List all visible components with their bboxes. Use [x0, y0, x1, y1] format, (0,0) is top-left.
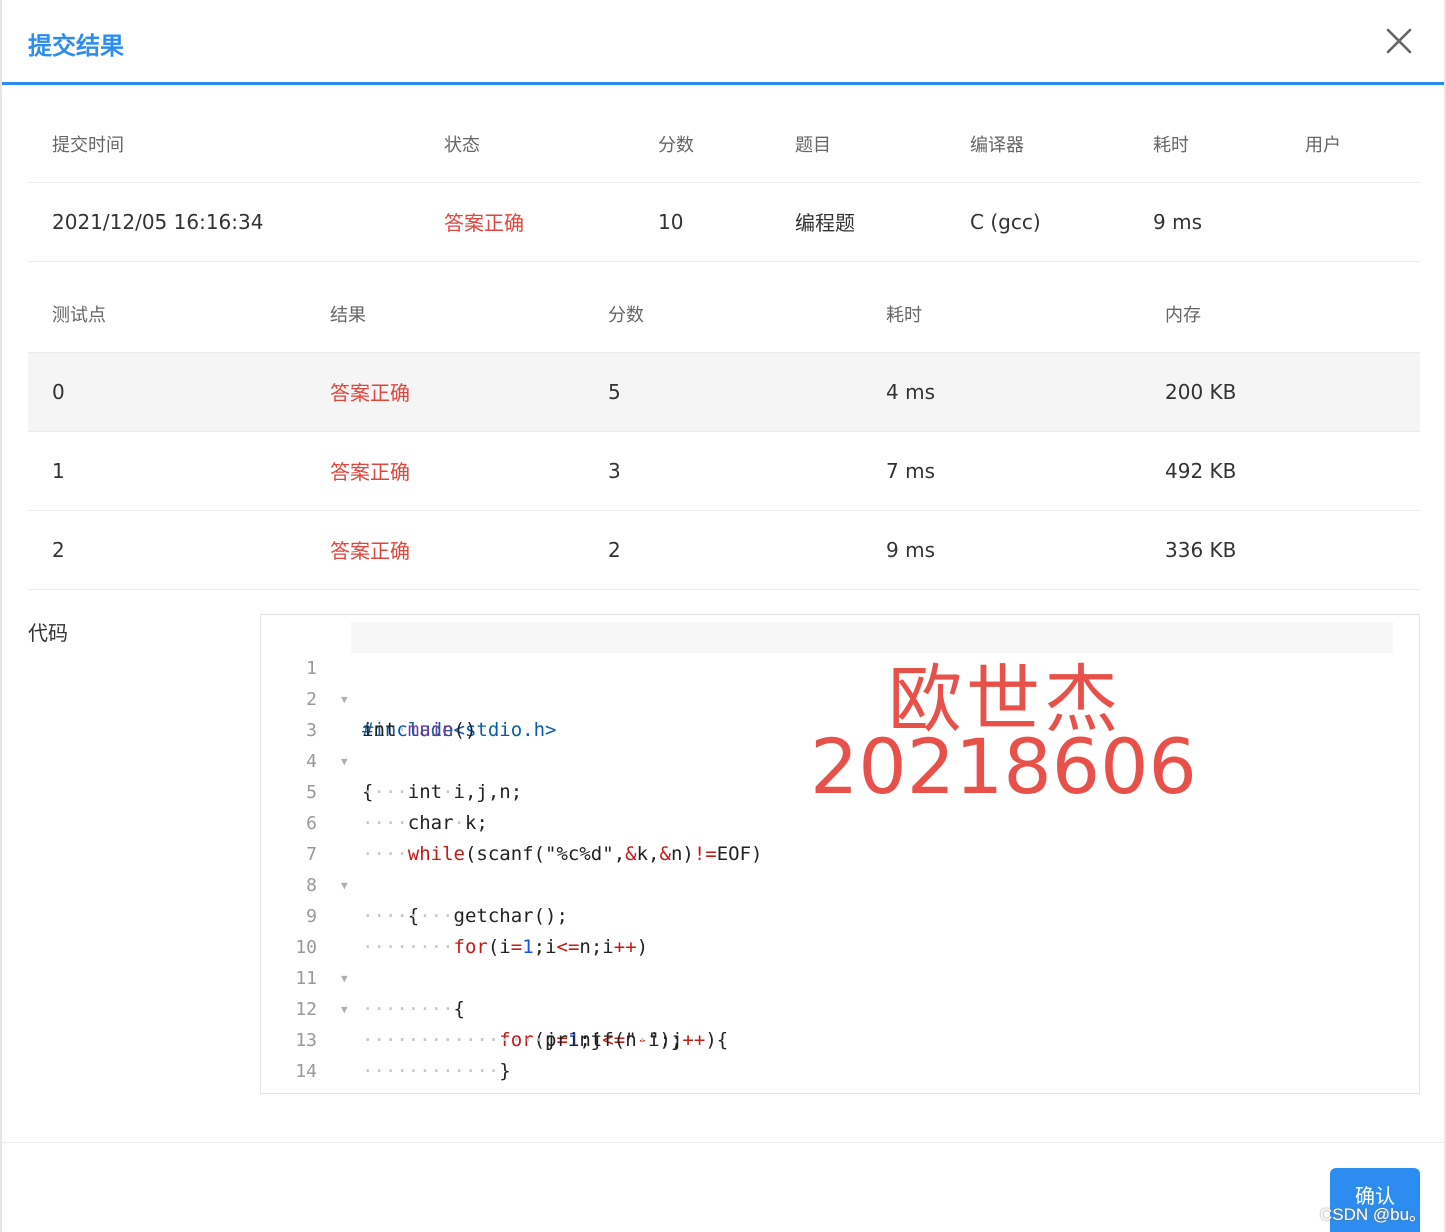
elapsed-time: 9 ms: [1129, 181, 1281, 262]
col-tc-time: 耗时: [886, 304, 922, 326]
testcase-time: 9 ms: [862, 509, 1141, 590]
testcase-id: 2: [28, 509, 306, 590]
status-badge: 答案正确: [420, 181, 634, 262]
testcase-score: 3: [584, 430, 862, 510]
dialog-header: 提交结果: [2, 0, 1444, 85]
code-line: 14 ▼ ············for(int·a=1;a<=2*i-1;a+…: [261, 1025, 1419, 1082]
col-user: 用户: [1305, 134, 1341, 156]
code-line: 13 ············}: [261, 994, 1419, 1082]
summary-header-row: 提交时间 状态 分数 题目 编译器 耗时 用户: [28, 106, 1420, 182]
code-line: 11 ▼ ············for(j=1;j<=n-i;j++){: [261, 932, 1419, 1051]
summary-table: 提交时间 状态 分数 题目 编译器 耗时 用户 2021/12/05 16:16…: [28, 106, 1420, 262]
dialog-footer: [2, 1142, 1444, 1232]
col-time: 耗时: [1153, 134, 1189, 156]
testcase-table: 测试点 结果 分数 耗时 内存 0 答案正确 5 4 ms 200 KB 1 答…: [28, 276, 1420, 590]
csdn-watermark: CSDN @bu。: [1320, 1205, 1427, 1224]
table-row: 2 答案正确 2 9 ms 336 KB: [28, 509, 1420, 590]
testcase-memory: 200 KB: [1141, 351, 1420, 431]
code-line: 9 ········for(i=1;i<=n;i++): [261, 870, 1419, 958]
code-line: 8 ········getchar();: [261, 839, 1419, 927]
watermark-student-id: 20218606: [810, 722, 1197, 811]
testcase-result: 答案正确: [306, 351, 584, 431]
testcase-id: 0: [28, 351, 306, 431]
submission-result-dialog: 提交结果 提交时间 状态 分数 题目 编译器 耗时 用户 2021/12/05 …: [0, 0, 1446, 1232]
fold-arrow-icon[interactable]: ▼: [341, 1087, 348, 1093]
code-line: 1 ▼ #include<stdio.h>: [261, 622, 1419, 741]
col-tc-score: 分数: [608, 304, 644, 326]
testcase-result: 答案正确: [306, 509, 584, 590]
testcase-id: 1: [28, 430, 306, 510]
line-number: 15: [261, 1087, 317, 1093]
col-score: 分数: [658, 134, 694, 156]
code-label: 代码: [28, 621, 68, 645]
testcase-result: 答案正确: [306, 430, 584, 510]
code-line: 15 ················printf("%c",k);: [261, 1056, 1419, 1093]
close-icon[interactable]: [1384, 26, 1414, 56]
testcase-score: 2: [584, 509, 862, 590]
col-status: 状态: [444, 134, 480, 156]
dialog-title: 提交结果: [28, 32, 124, 60]
testcase-memory: 492 KB: [1141, 430, 1420, 510]
summary-row: 2021/12/05 16:16:34 答案正确 10 编程题 C (gcc) …: [28, 181, 1420, 262]
submit-time: 2021/12/05 16:16:34: [28, 181, 420, 262]
col-submit-time: 提交时间: [52, 134, 124, 156]
problem: 编程题: [771, 181, 946, 262]
col-memory: 内存: [1165, 304, 1201, 326]
user: [1281, 181, 1420, 262]
table-row: 0 答案正确 5 4 ms 200 KB: [28, 351, 1420, 431]
testcase-header-row: 测试点 结果 分数 耗时 内存: [28, 276, 1420, 352]
code-line: 10 ▼ ········{: [261, 901, 1419, 1020]
col-testcase: 测试点: [52, 304, 106, 326]
score: 10: [634, 181, 771, 262]
testcase-time: 7 ms: [862, 430, 1141, 510]
code-editor[interactable]: 1 ▼ #include<stdio.h> 2 int·main() 3 ▼ {…: [260, 614, 1420, 1094]
code-line: 2 int·main(): [261, 653, 1419, 741]
code-line: 3 ▼ {: [261, 684, 1419, 803]
testcase-memory: 336 KB: [1141, 509, 1420, 590]
code-line: 12 ················printf("·");: [261, 963, 1419, 1051]
code-line: 7 ▼ ····{: [261, 808, 1419, 927]
col-compiler: 编译器: [970, 134, 1024, 156]
compiler: C (gcc): [946, 181, 1129, 262]
col-result: 结果: [330, 304, 366, 326]
table-row: 1 答案正确 3 7 ms 492 KB: [28, 430, 1420, 510]
testcase-time: 4 ms: [862, 351, 1141, 431]
testcase-score: 5: [584, 351, 862, 431]
col-problem: 题目: [795, 134, 831, 156]
